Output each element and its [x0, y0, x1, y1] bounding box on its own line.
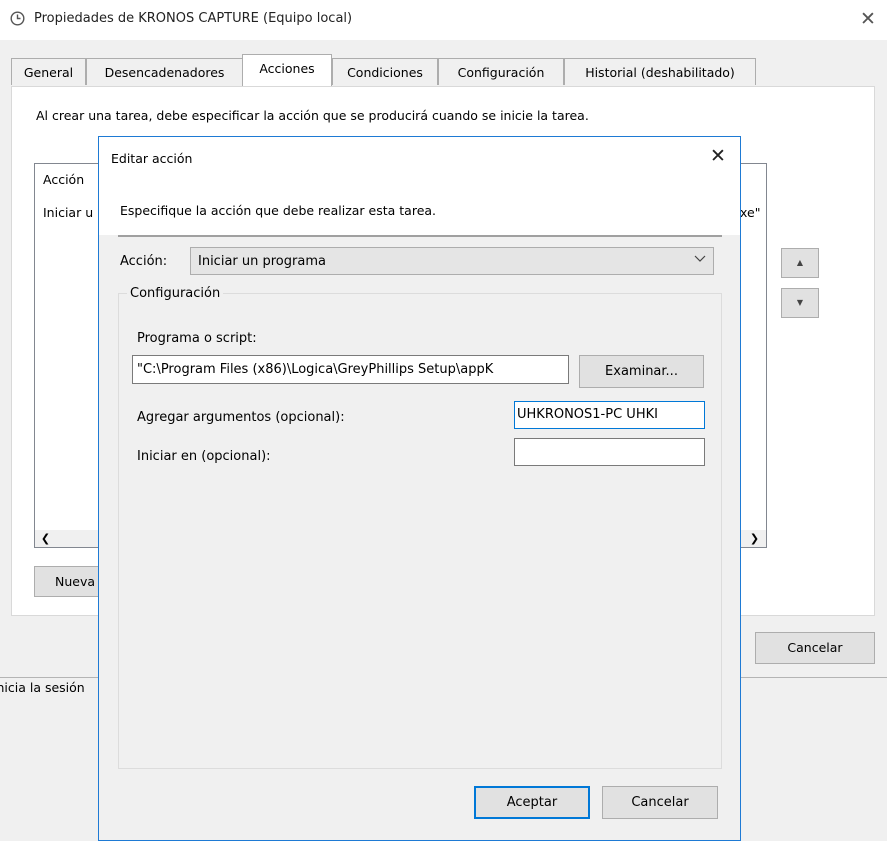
triangle-up-icon: ▲ [796, 258, 804, 267]
dialog-prompt: Especifique la acción que debe realizar … [120, 203, 437, 218]
program-input[interactable]: "C:\Program Files (x86)\Logica\GreyPhill… [132, 355, 569, 384]
start-in-input[interactable] [514, 438, 705, 466]
tab-settings[interactable]: Configuración [438, 58, 564, 85]
task-scheduler-icon [10, 11, 25, 26]
configuration-legend: Configuración [127, 286, 224, 301]
tab-history[interactable]: Historial (deshabilitado) [564, 58, 756, 85]
action-select-value[interactable]: Iniciar un programa [198, 254, 326, 269]
chevron-down-icon[interactable] [692, 252, 708, 268]
table-row-start[interactable]: Iniciar u [43, 205, 93, 220]
move-up-button[interactable]: ▲ [781, 248, 819, 278]
program-label: Programa o script: [137, 331, 257, 346]
arguments-label: Agregar argumentos (opcional): [137, 410, 345, 425]
background-text: inicia la sesión [0, 680, 85, 695]
start-in-label: Iniciar en (opcional): [137, 449, 271, 464]
close-icon[interactable]: ✕ [856, 7, 880, 31]
cancel-button[interactable]: Cancelar [755, 632, 875, 664]
column-header-action[interactable]: Acción [43, 172, 84, 187]
action-label: Acción: [120, 254, 168, 269]
browse-button[interactable]: Examinar... [579, 355, 704, 388]
move-down-button[interactable]: ▼ [781, 288, 819, 318]
divider [118, 235, 722, 237]
tab-general[interactable]: General [11, 58, 86, 85]
dialog-title: Editar acción [111, 151, 193, 166]
tab-actions[interactable]: Acciones [242, 54, 332, 86]
dialog-cancel-button[interactable]: Cancelar [602, 786, 718, 819]
tab-conditions[interactable]: Condiciones [332, 58, 438, 85]
triangle-down-icon: ▼ [796, 298, 804, 307]
ok-button[interactable]: Aceptar [474, 786, 590, 819]
dialog-titlebar [99, 137, 740, 180]
window-title: Propiedades de KRONOS CAPTURE (Equipo lo… [34, 11, 353, 26]
tab-triggers[interactable]: Desencadenadores [86, 58, 243, 85]
scroll-left-icon[interactable]: ❮ [37, 530, 54, 547]
actions-description: Al crear una tarea, debe especificar la … [36, 108, 589, 123]
table-row-end[interactable]: xe" [740, 205, 760, 220]
scroll-right-icon[interactable]: ❯ [746, 530, 763, 547]
arguments-input[interactable]: UHKRONOS1-PC UHKI [514, 401, 705, 429]
close-icon[interactable]: ✕ [706, 144, 730, 168]
